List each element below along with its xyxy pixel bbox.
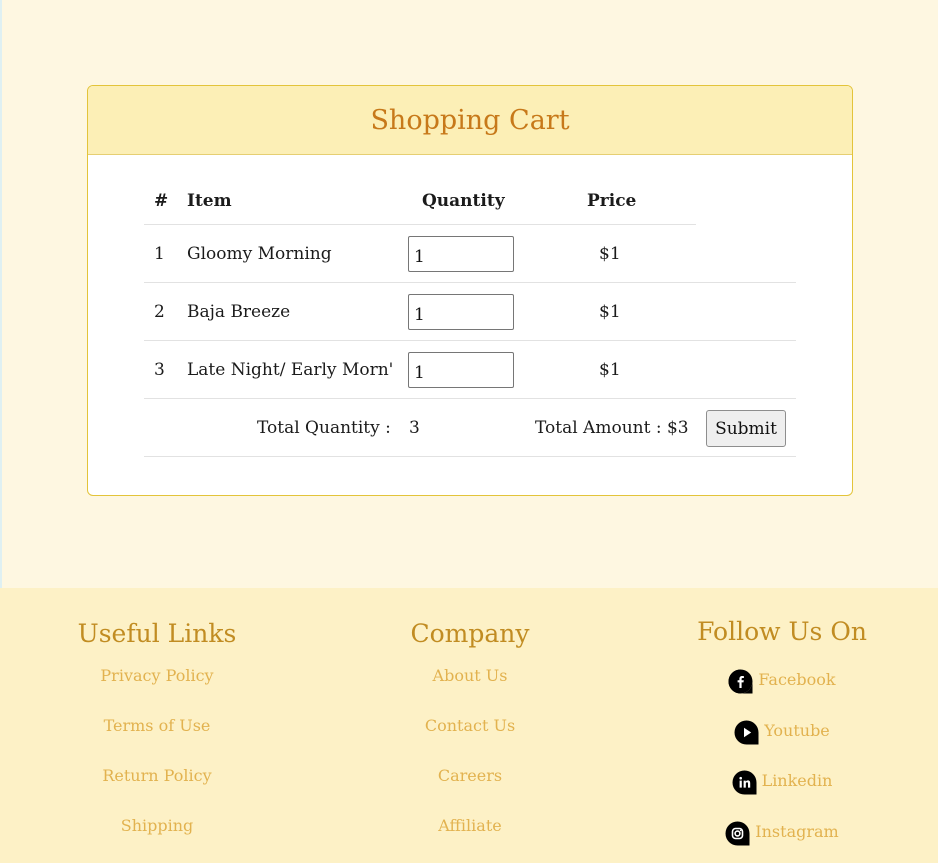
item-number: 1 (154, 243, 165, 264)
shipping-link[interactable]: Shipping (7, 816, 307, 835)
quantity-cell (408, 225, 514, 282)
quantity-cell (408, 283, 514, 340)
column-header-item: Item (187, 190, 232, 211)
about-us-link[interactable]: About Us (320, 666, 620, 685)
footer: Useful Links Privacy Policy Terms of Use… (0, 588, 938, 863)
useful-links-heading: Useful Links (77, 619, 237, 648)
linkedin-label: Linkedin (761, 771, 833, 790)
item-number: 3 (154, 359, 165, 380)
facebook-label: Facebook (758, 670, 836, 689)
linkedin-link[interactable]: Linkedin (632, 766, 932, 795)
facebook-icon (728, 669, 753, 694)
item-name: Late Night/ Early Morn' (187, 359, 394, 380)
item-price: $1 (599, 243, 621, 264)
item-name: Gloomy Morning (187, 243, 332, 264)
total-quantity-value: 3 (409, 417, 420, 438)
column-header-quantity: Quantity (422, 190, 505, 211)
column-header-price: Price (587, 190, 637, 211)
totals-row: Total Quantity : 3 Total Amount : $3 Sub… (144, 399, 796, 457)
instagram-label: Instagram (755, 822, 839, 841)
follow-us-heading: Follow Us On (697, 617, 867, 646)
cart-header: Shopping Cart (88, 86, 852, 155)
contact-us-link[interactable]: Contact Us (320, 716, 620, 735)
youtube-label: Youtube (764, 721, 830, 740)
terms-of-use-link[interactable]: Terms of Use (7, 716, 307, 735)
table-row: 2 Baja Breeze $1 (144, 283, 796, 341)
cart-table: # Item Quantity Price 1 Gloomy Morning $… (144, 176, 796, 457)
quantity-input[interactable] (408, 293, 514, 330)
company-heading: Company (410, 619, 530, 648)
careers-link[interactable]: Careers (320, 766, 620, 785)
facebook-link[interactable]: Facebook (632, 665, 932, 694)
privacy-policy-link[interactable]: Privacy Policy (7, 666, 307, 685)
youtube-icon (734, 720, 759, 745)
column-header-number: # (154, 190, 169, 211)
table-header-row: # Item Quantity Price (144, 176, 796, 225)
total-amount: Total Amount : $3 (535, 417, 689, 438)
total-quantity-label: Total Quantity : (257, 417, 391, 438)
quantity-input[interactable] (408, 351, 514, 388)
table-row: 1 Gloomy Morning $1 (144, 225, 796, 283)
youtube-link[interactable]: Youtube (632, 716, 932, 745)
item-number: 2 (154, 301, 165, 322)
submit-cell: Submit (706, 399, 786, 456)
quantity-cell (408, 341, 514, 398)
return-policy-link[interactable]: Return Policy (7, 766, 307, 785)
linkedin-icon (732, 770, 757, 795)
quantity-input[interactable] (408, 235, 514, 272)
cart-title: Shopping Cart (370, 104, 570, 136)
instagram-icon (725, 821, 750, 846)
table-row: 3 Late Night/ Early Morn' $1 (144, 341, 796, 399)
item-price: $1 (599, 359, 621, 380)
affiliate-link[interactable]: Affiliate (320, 816, 620, 835)
submit-button[interactable]: Submit (706, 410, 786, 447)
item-name: Baja Breeze (187, 301, 291, 322)
instagram-link[interactable]: Instagram (632, 817, 932, 846)
item-price: $1 (599, 301, 621, 322)
shopping-cart-card: Shopping Cart # Item Quantity Price 1 Gl… (87, 85, 853, 496)
